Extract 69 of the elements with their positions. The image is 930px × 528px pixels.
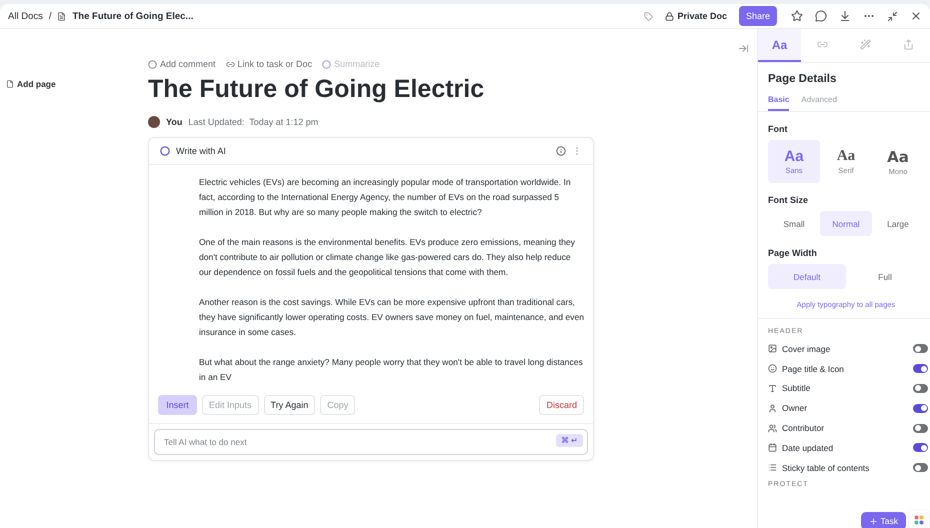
star-icon[interactable] — [791, 10, 803, 22]
toggle-label: Contributor — [782, 423, 826, 434]
size-option[interactable]: Normal — [820, 211, 872, 236]
share-icon — [903, 39, 914, 50]
breadcrumb-separator: / — [48, 10, 52, 22]
toggle-label: Sticky table of contents — [782, 462, 870, 473]
toggle-switch[interactable] — [913, 463, 928, 472]
text-icon — [768, 384, 777, 393]
section-label: Page Width — [768, 248, 818, 258]
task-button[interactable]: Task — [860, 512, 906, 528]
toggle-switch[interactable] — [913, 344, 928, 354]
document-icon — [57, 12, 66, 20]
toggle-label: Cover image — [782, 344, 832, 354]
width-option[interactable]: Default — [768, 264, 846, 289]
wand-icon — [860, 39, 871, 50]
panel-title: Page Details — [768, 73, 838, 85]
toolbar-button[interactable]: Link to task or Doc — [226, 59, 312, 69]
user-icon — [768, 404, 777, 413]
toggle-switch[interactable] — [913, 443, 928, 452]
shortcut-hint: ⌘ ↵ — [556, 434, 583, 447]
avatar — [148, 116, 160, 128]
section-label: Font — [768, 124, 788, 134]
link-icon — [226, 60, 235, 68]
minimize-icon[interactable] — [887, 10, 898, 22]
share-button[interactable]: Share — [738, 6, 777, 26]
toggle-label: Date updated — [782, 442, 834, 453]
document-title: The Future of Going Electric — [148, 75, 486, 104]
image-icon — [768, 344, 777, 354]
panel-tab[interactable]: Aa — [758, 29, 801, 62]
link-icon — [817, 39, 828, 50]
smiley-icon — [768, 364, 777, 374]
page-icon — [6, 80, 14, 88]
toggle-switch[interactable] — [913, 404, 928, 413]
calendar-icon — [768, 443, 777, 452]
breadcrumb-link[interactable]: All Docs — [8, 10, 43, 22]
toggle-label: Page title & Icon — [782, 364, 845, 374]
apps-icon[interactable] — [909, 510, 929, 528]
toggle-label: Owner — [782, 403, 808, 414]
tag-icon[interactable] — [644, 12, 654, 20]
toggle-switch[interactable] — [913, 424, 928, 433]
paragraph: But what about the range anxiety? Many people worry that they won't be able to travel long distances in an EV — [199, 356, 584, 384]
breadcrumb-current[interactable]: The Future of Going Elec... — [72, 10, 194, 22]
users-icon — [768, 424, 777, 433]
card-title: Write with AI — [176, 146, 226, 156]
ai-ring-icon — [160, 146, 170, 156]
toolbar-button[interactable]: Add comment — [148, 59, 216, 69]
toggle-switch[interactable] — [913, 384, 928, 393]
paragraph: Electric vehicles (EVs) are becoming an increasingly popular mode of transportation worldwide. In fact, according to the International Energy Agency, the number of EVs on the road surpassed 5 million in 2018. But why are so many people making the switch to electric? — [199, 176, 572, 219]
action-button[interactable]: Try Again — [264, 395, 316, 415]
paragraph: Another reason is the cost savings. While EVs can be more expensive upfront than traditional cars, they have significantly lower operating costs. EV owners save money on fuel, maintenance, and even insurance in some cases. — [199, 296, 585, 339]
download-icon[interactable] — [839, 10, 851, 22]
discard-button[interactable]: Discard — [539, 395, 584, 415]
subtab[interactable]: Advanced — [801, 95, 837, 111]
last-updated-text: Last Updated: Today at 1:12 pm — [188, 117, 318, 127]
paragraph: One of the main reasons is the environmental benefits. EVs produce zero emissions, meaning they don't contribute to air pollution or climate change like gas-powered cars do. They also help reduce our dependence on fossil fuels and the geopolitical tensions that come with them. — [199, 236, 576, 279]
subtab[interactable]: Basic — [768, 95, 790, 111]
lock-icon — [665, 12, 674, 20]
collapse-panel-icon[interactable] — [738, 43, 749, 54]
author-name: You — [166, 117, 182, 127]
close-icon[interactable] — [910, 10, 922, 22]
toggle-switch[interactable] — [913, 364, 928, 374]
plus-icon — [868, 516, 878, 526]
section-label: Font Size — [768, 195, 809, 205]
list-icon — [768, 463, 777, 472]
ai-ring-icon — [322, 60, 332, 68]
toggle-label: Subtitle — [782, 383, 812, 394]
privacy-button[interactable]: Private Doc — [659, 11, 733, 21]
add-page-button[interactable]: Add page — [6, 79, 56, 89]
info-icon[interactable] — [556, 146, 566, 156]
